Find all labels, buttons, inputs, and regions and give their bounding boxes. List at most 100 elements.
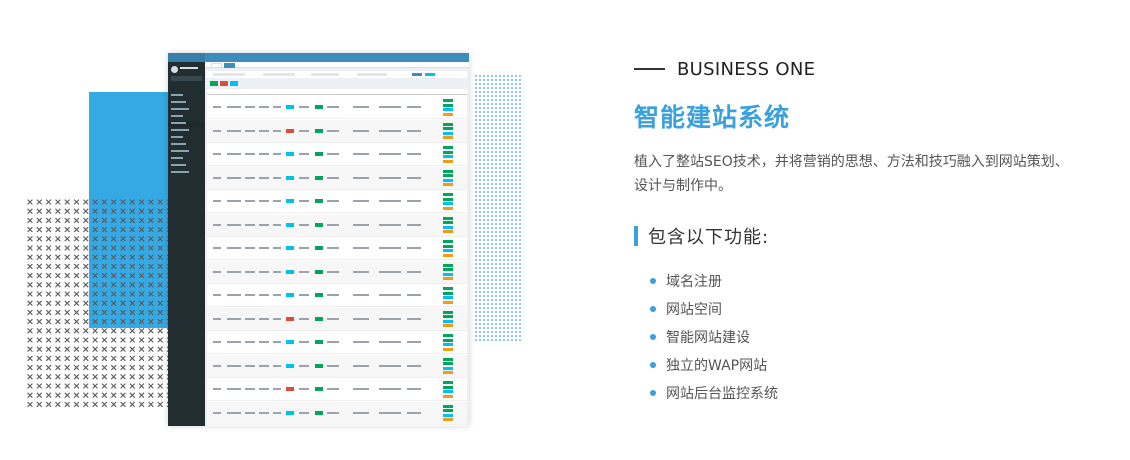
cross-mark [157,208,163,214]
table-cell [273,247,281,249]
cross-mark [129,355,136,362]
cross-mark [92,364,98,371]
cross-mark [110,337,117,343]
dot-mark [507,215,509,217]
status-badge [315,199,323,203]
dot-mark [519,83,521,85]
dot-mark [483,291,485,293]
status-badge [286,222,294,227]
dot-mark [475,171,477,173]
row-action-button [443,169,453,173]
dot-mark [519,191,521,193]
dot-mark [487,271,489,273]
dot-mark [503,295,505,297]
dot-mark [515,199,517,201]
row-action-button [443,315,453,318]
cross-mark [92,346,98,352]
admin-refresh-button [230,81,238,86]
table-cell [273,317,281,320]
dot-mark [515,139,517,141]
dot-mark [503,167,505,169]
cross-mark [64,208,70,214]
cross-mark [157,245,163,251]
cross-mark [129,392,136,398]
dot-mark [499,159,501,161]
table-cell [227,364,241,367]
dot-mark [491,107,493,109]
cross-mark [120,328,126,334]
dot-mark [519,271,521,273]
dot-mark [479,147,481,149]
cross-mark [110,199,117,205]
table-cell [213,388,221,390]
row-action-button [443,131,453,135]
dot-mark [515,247,517,249]
dot-mark [507,227,509,229]
dot-mark [479,175,481,177]
dot-mark [519,239,521,241]
dot-mark [515,307,517,309]
dot-mark [491,147,493,149]
table-cell [245,106,255,108]
table-cell [353,411,369,414]
admin-content [205,62,469,426]
dot-mark [515,195,517,197]
dot-mark [507,231,509,233]
table-row [207,143,467,166]
dot-mark [515,87,517,89]
table-cell [227,153,241,155]
cross-mark [157,346,163,352]
dot-mark [519,275,521,277]
dot-mark [515,331,517,333]
dot-mark [519,119,521,121]
cross-mark [92,328,98,334]
cross-mark [27,383,33,389]
dot-mark [495,131,497,133]
dot-mark [475,335,477,337]
cross-mark [92,272,98,279]
table-cell [213,247,221,249]
dot-mark [507,307,509,309]
table-cell [213,317,221,320]
table-cell [407,223,421,226]
table-cell [327,270,339,273]
admin-filter-bar [207,71,467,78]
row-action-button [443,300,453,304]
cross-mark [55,291,61,297]
dot-mark [483,187,485,189]
dot-mark [495,111,497,113]
dot-mark [479,179,481,181]
dot-mark [491,83,493,85]
dot-mark [491,311,493,313]
dot-mark [495,151,497,153]
table-cell [407,106,421,108]
dot-mark [479,107,481,109]
dot-mark [491,267,493,269]
dot-mark [495,259,497,261]
bullet-icon [650,306,656,312]
dot-mark [515,207,517,209]
dot-mark [515,231,517,233]
dot-mark [491,183,493,185]
cross-mark [157,401,163,408]
dot-mark [479,215,481,217]
cross-mark [73,282,80,288]
status-badge [286,410,294,415]
cross-mark [27,254,33,260]
cross-mark [45,226,52,233]
cross-mark [92,383,98,389]
dot-mark [503,183,505,185]
dot-mark [511,271,513,273]
table-row [207,284,467,307]
dot-mark [515,323,517,325]
dot-mark [491,127,493,129]
dot-mark [483,167,485,169]
dot-mark [503,199,505,201]
dot-mark [519,231,521,233]
dot-mark [491,331,493,333]
dot-mark [519,159,521,161]
admin-sidebar-item [171,164,186,166]
status-badge [315,246,323,250]
dot-mark [491,135,493,137]
dot-mark [491,223,493,225]
